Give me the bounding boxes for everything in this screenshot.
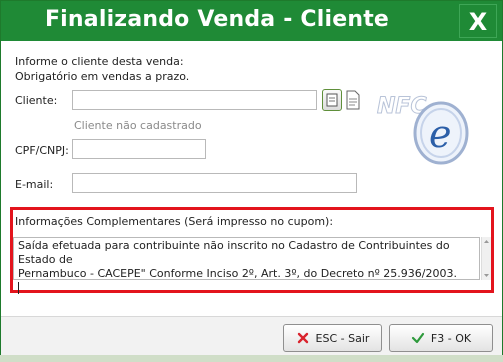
cliente-label: Cliente: (15, 94, 58, 107)
text-cursor (18, 282, 19, 294)
dialog-title: Finalizando Venda - Cliente (44, 7, 390, 32)
intro-text-line1: Informe o cliente desta venda: (15, 55, 184, 68)
info-scrollbar[interactable] (481, 237, 491, 280)
new-cliente-button[interactable] (344, 89, 364, 111)
cliente-status-text: Cliente não cadastrado (74, 119, 202, 132)
email-input[interactable] (72, 173, 357, 193)
finalizar-venda-dialog: Finalizando Venda - Cliente X Informe o … (0, 0, 503, 356)
background-strip (0, 355, 503, 362)
email-label: E-mail: (15, 178, 54, 191)
checkmark-icon (411, 332, 425, 344)
scroll-arrows-icon (484, 240, 489, 277)
title-bar: Finalizando Venda - Cliente X (1, 1, 502, 41)
info-text-line1: Saída efetuada para contribuinte não ins… (18, 239, 450, 266)
cpf-cnpj-input[interactable] (72, 139, 206, 159)
esc-sair-label: ESC - Sair (315, 331, 370, 345)
document-icon (346, 90, 360, 110)
info-complementares-textarea[interactable]: Saída efetuada para contribuinte não ins… (13, 237, 480, 294)
close-icon (297, 332, 308, 344)
cpf-cnpj-label: CPF/CNPJ: (15, 144, 69, 157)
search-cliente-button[interactable] (322, 89, 342, 111)
f3-ok-label: F3 - OK (430, 331, 472, 345)
nfce-logo-letter: e (429, 112, 452, 156)
intro-text-line2: Obrigatório em vendas a prazo. (15, 70, 190, 83)
cliente-input[interactable] (72, 90, 317, 110)
search-cliente-icon (326, 93, 338, 107)
info-text-line2: Pernambuco - CACEPE" Conforme Inciso 2º,… (18, 267, 457, 280)
esc-sair-button[interactable]: ESC - Sair (283, 324, 382, 352)
f3-ok-button[interactable]: F3 - OK (389, 324, 493, 352)
nfce-logo: NFC e (377, 94, 469, 165)
close-button[interactable]: X (459, 4, 497, 38)
